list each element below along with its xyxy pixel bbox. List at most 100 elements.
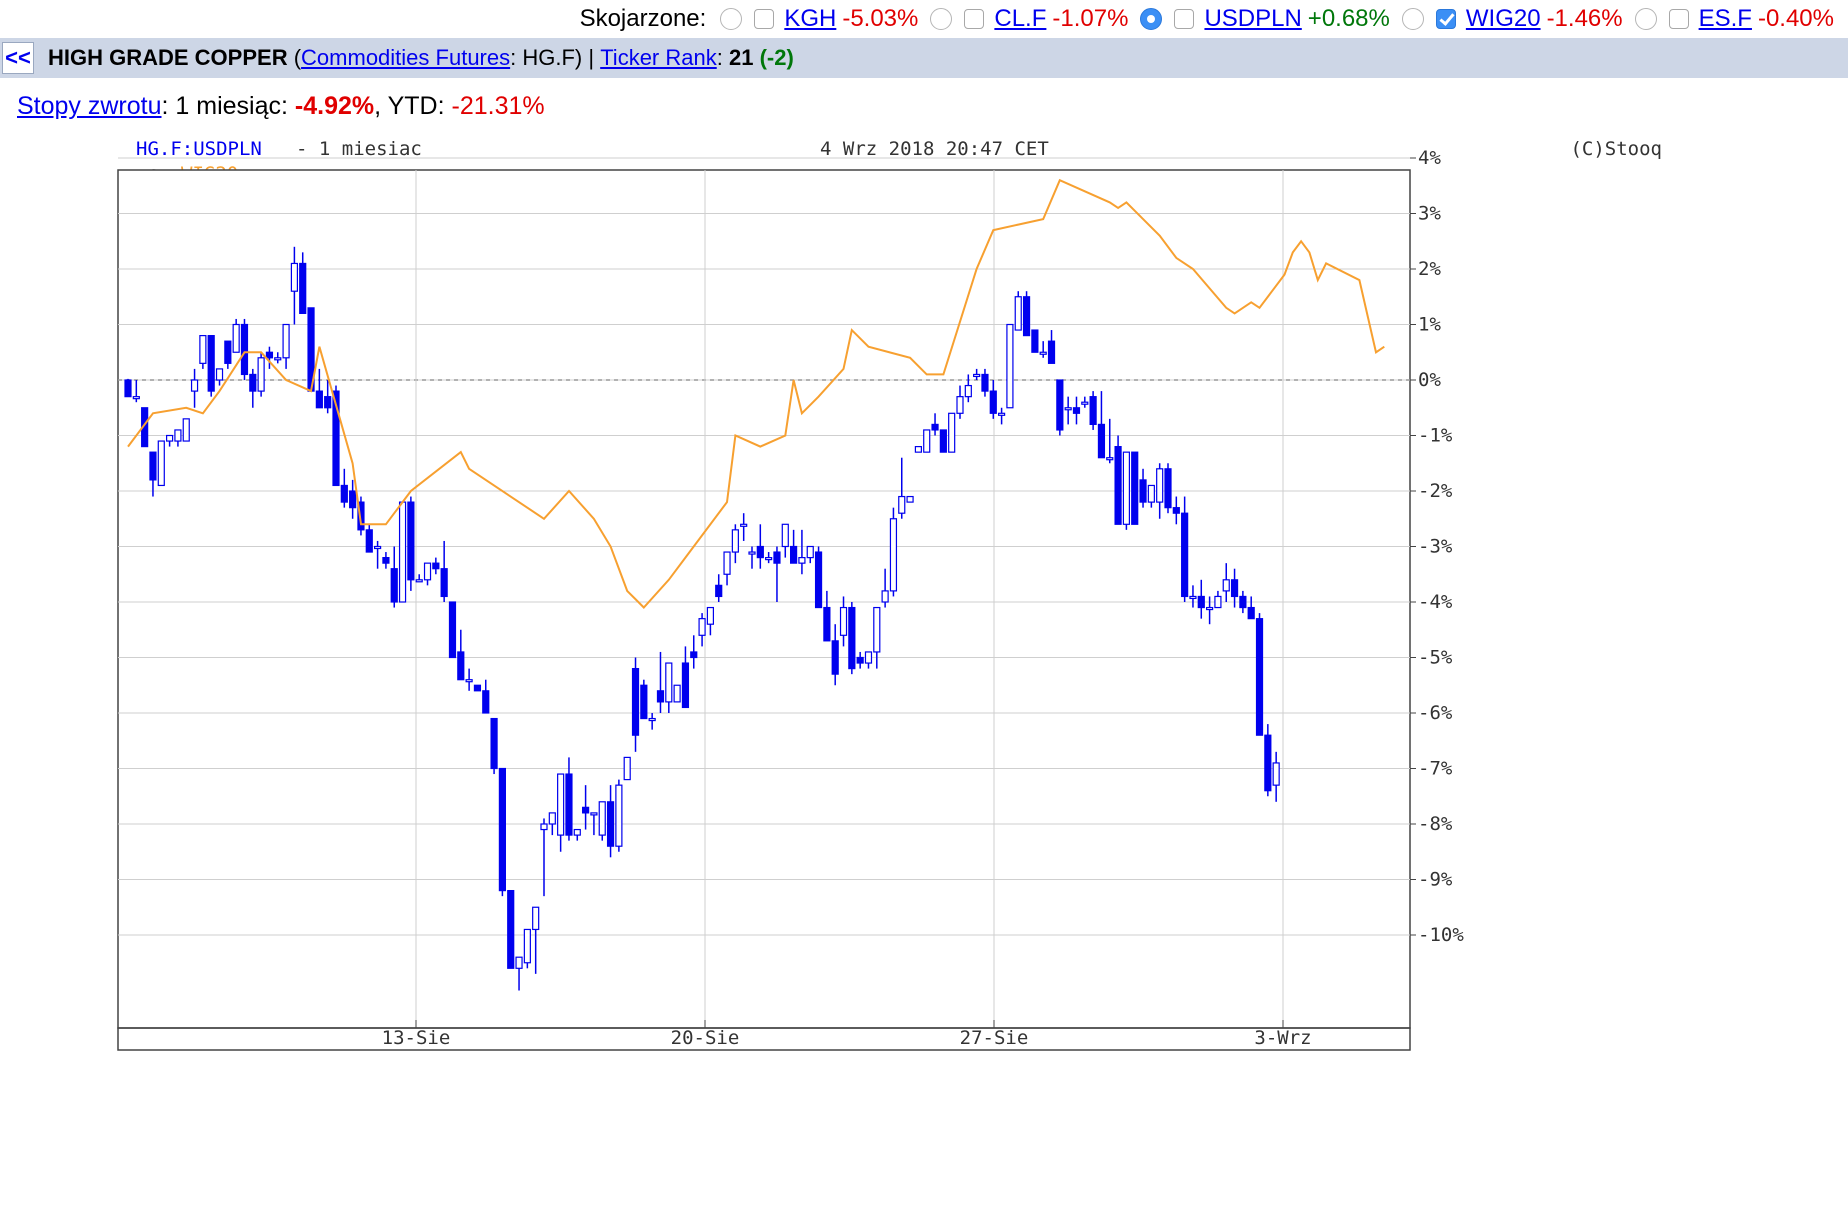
candle: [124, 378, 132, 398]
instrument-title: HIGH GRADE COPPER: [48, 45, 288, 70]
candle: [207, 335, 215, 397]
candle: [1264, 724, 1272, 797]
y-tick-label: 4%: [1418, 147, 1441, 169]
y-tick-label: -3%: [1418, 536, 1453, 558]
x-axis-band: [117, 1027, 1411, 1051]
compare-checkbox[interactable]: [964, 9, 985, 29]
chart-series-suffix: - 1 miesiac: [296, 138, 422, 160]
x-tick-label: 20-Sie: [671, 1027, 740, 1049]
compare-radio[interactable]: [930, 8, 953, 30]
candle: [1114, 435, 1122, 525]
y-tick-label: -4%: [1418, 591, 1453, 613]
compare-change: -1.07%: [1052, 5, 1129, 32]
y-tick-label: -9%: [1418, 869, 1453, 891]
candle: [199, 335, 207, 369]
compare-ticker-link[interactable]: WIG20: [1466, 5, 1541, 33]
candle: [615, 779, 623, 852]
candle: [1006, 323, 1014, 409]
compare-change: -5.03%: [842, 5, 919, 32]
compare-checkbox[interactable]: [1435, 9, 1456, 29]
candle: [498, 767, 506, 897]
candle: [1022, 291, 1031, 337]
candle: [814, 546, 823, 609]
chart-copyright: (C)Stooq: [1570, 138, 1662, 160]
compare-checkbox[interactable]: [754, 9, 775, 29]
compare-item-usdpln: USDPLN +0.68%: [1140, 5, 1390, 33]
plot-area: 4% 3% 2% 1% 0% -1% -2% -3% -4% -5% -6% -7% -8% -9% -10…: [117, 147, 1464, 1051]
candle: [1014, 291, 1022, 331]
compare-radio[interactable]: [1401, 8, 1424, 30]
returns-colon: :: [161, 92, 176, 120]
candle: [1031, 329, 1039, 353]
back-button[interactable]: <<: [2, 42, 34, 74]
candle: [914, 446, 923, 453]
x-tick-label: 13-Sie: [382, 1027, 451, 1049]
compare-radio[interactable]: [720, 8, 743, 30]
candle: [673, 684, 681, 703]
compare-label: Skojarzone:: [579, 5, 707, 32]
returns-link[interactable]: Stopy zwrotu: [17, 92, 162, 120]
compare-checkbox[interactable]: [1174, 9, 1195, 29]
compare-bar: Skojarzone: KGH -5.03% CL.F -1.07% USDPLN +0.…: [580, 0, 1848, 38]
x-tick-label: 3-Wrz: [1254, 1027, 1311, 1049]
price-chart: HG.F:USDPLN - 1 miesiac vs WIG20 4 Wrz 2…: [117, 138, 1662, 1051]
chart-timestamp: 4 Wrz 2018 20:47 CET: [820, 138, 1049, 160]
y-tick-label: -7%: [1418, 758, 1453, 780]
candle: [598, 801, 606, 841]
compare-item-kgh: KGH -5.03%: [720, 5, 918, 33]
y-tick-label: 2%: [1418, 258, 1441, 280]
candle: [1164, 463, 1172, 514]
compare-ticker-link[interactable]: USDPLN: [1204, 5, 1301, 33]
category-link[interactable]: Commodities Futures: [301, 45, 510, 71]
candle: [640, 679, 648, 720]
candle: [848, 602, 856, 675]
y-tick-label: -5%: [1418, 647, 1453, 669]
candle: [448, 601, 457, 659]
y-tick-label: 1%: [1418, 314, 1441, 336]
title-separator: ) |: [574, 45, 601, 70]
instrument-symbol: HG.F: [522, 45, 575, 70]
x-tick-label: 27-Sie: [960, 1027, 1029, 1049]
candle: [157, 440, 165, 487]
candle: [923, 429, 931, 453]
compare-change: -1.46%: [1546, 5, 1623, 32]
compare-ticker-link[interactable]: ES.F: [1699, 5, 1752, 33]
y-tick-label: 0%: [1418, 369, 1441, 391]
compare-ticker-link[interactable]: CL.F: [994, 5, 1046, 33]
returns-comma: ,: [374, 92, 388, 120]
candle: [182, 418, 190, 442]
candle: [948, 412, 956, 453]
returns-ytd-value: -21.31%: [451, 92, 545, 120]
candle: [240, 318, 249, 380]
ticker-rank-value: 21: [728, 45, 754, 70]
compare-item-cl-f: CL.F -1.07%: [930, 5, 1128, 33]
compare-items: KGH -5.03% CL.F -1.07% USDPLN +0.68% WIG20 -1.4…: [720, 5, 1846, 33]
candle: [1255, 613, 1264, 736]
returns-1m-label: 1 miesiąc:: [175, 92, 288, 120]
candle: [906, 495, 914, 503]
compare-item-es-f: ES.F -0.40%: [1634, 5, 1834, 33]
compare-ticker-link[interactable]: KGH: [784, 5, 836, 33]
candle: [1089, 391, 1097, 430]
candle: [398, 501, 407, 603]
y-tick-label: 3%: [1418, 203, 1441, 225]
candle: [939, 429, 947, 453]
candle: [1122, 451, 1131, 530]
candle: [1056, 379, 1064, 436]
compare-radio[interactable]: [1634, 8, 1657, 30]
candle: [1131, 451, 1139, 525]
returns-ytd-label: YTD:: [387, 92, 445, 120]
y-tick-label: -8%: [1418, 813, 1453, 835]
ticker-rank-link[interactable]: Ticker Rank: [600, 45, 717, 71]
compare-checkbox[interactable]: [1668, 9, 1689, 29]
candle: [232, 318, 240, 353]
candle: [507, 889, 515, 969]
compare-radio[interactable]: [1140, 8, 1163, 30]
compare-item-wig20: WIG20 -1.46%: [1401, 5, 1623, 33]
returns-1m-value: -4.92%: [294, 92, 375, 120]
candle: [889, 507, 898, 597]
title-bar: << HIGH GRADE COPPER ( Commodities Futur…: [0, 38, 1848, 78]
y-tick-label: -6%: [1418, 702, 1453, 724]
candle: [473, 684, 482, 692]
candle: [257, 352, 265, 397]
